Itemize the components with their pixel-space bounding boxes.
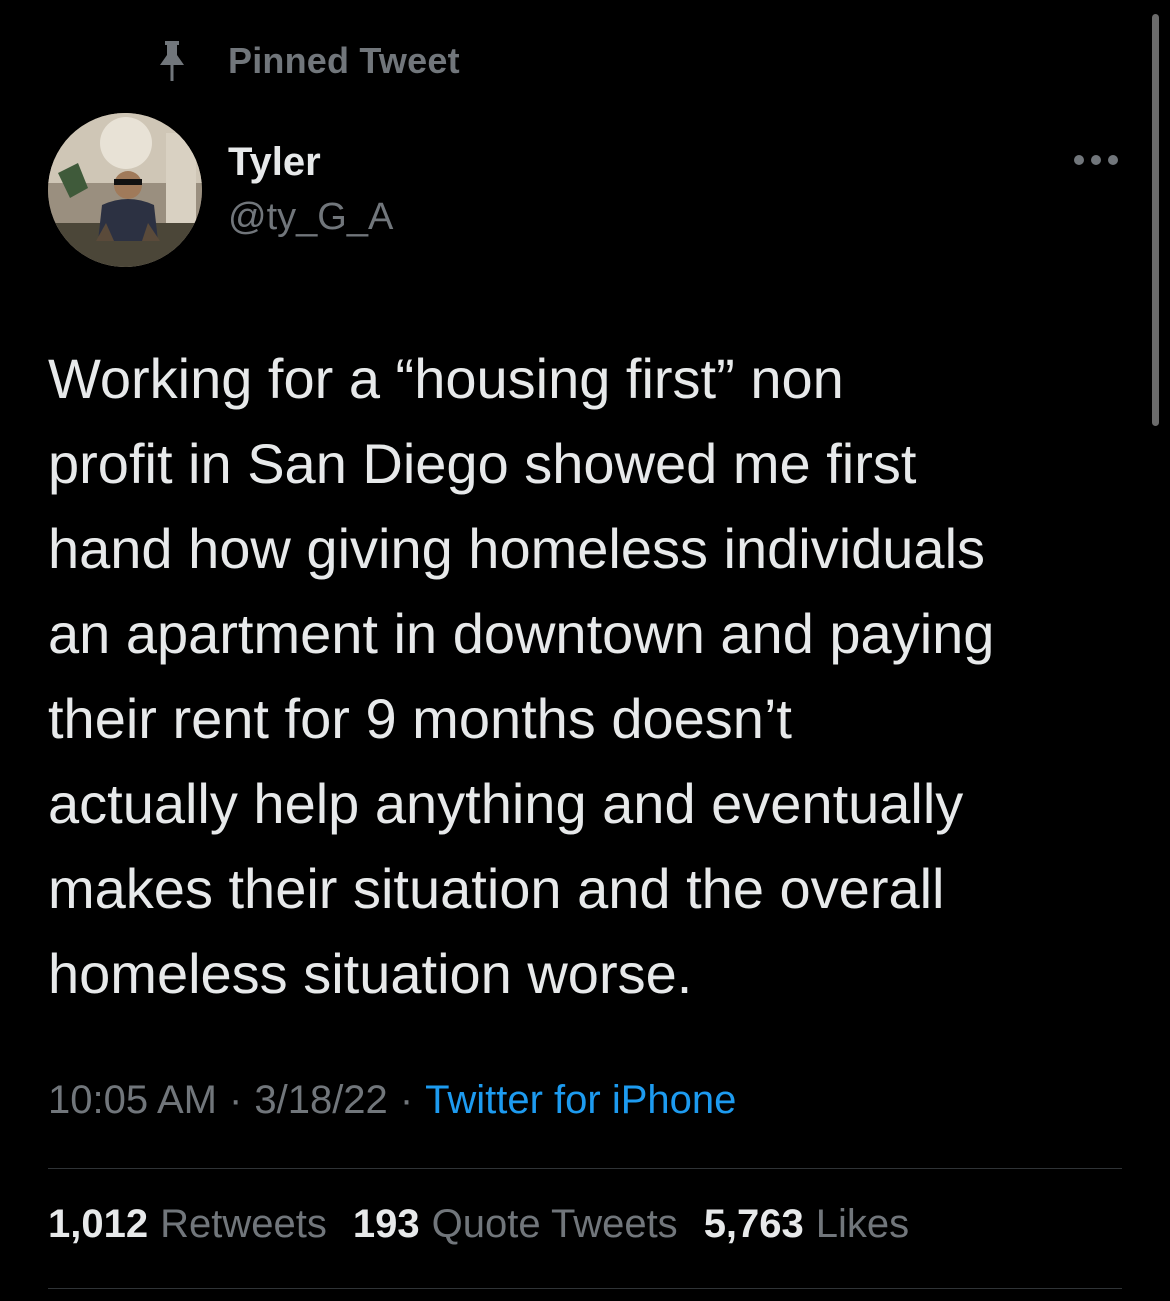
divider bbox=[48, 1168, 1122, 1169]
likes-label: Likes bbox=[815, 1202, 910, 1246]
more-dots-icon bbox=[1073, 153, 1119, 171]
quote-tweets-count: 193 bbox=[352, 1202, 420, 1246]
tweet-text: Working for a “housing first” non profit… bbox=[48, 347, 995, 1005]
meta-separator: · bbox=[229, 1078, 243, 1122]
tweet-source-link[interactable]: Twitter for iPhone bbox=[425, 1078, 736, 1122]
retweets-count: 1,012 bbox=[48, 1202, 149, 1246]
author-handle[interactable]: @ty_G_A bbox=[228, 196, 393, 239]
meta-separator: · bbox=[399, 1078, 414, 1122]
retweets-stat[interactable]: 1,012 Retweets bbox=[48, 1202, 327, 1247]
pin-icon bbox=[152, 36, 192, 86]
likes-count: 5,763 bbox=[703, 1202, 804, 1246]
tweet-metadata: 10:05 AM · 3/18/22 · Twitter for iPhone bbox=[48, 1078, 736, 1123]
quote-tweets-label: Quote Tweets bbox=[431, 1202, 678, 1246]
avatar[interactable] bbox=[48, 113, 202, 267]
more-options-button[interactable] bbox=[1066, 140, 1126, 184]
scrollbar[interactable] bbox=[1152, 14, 1159, 426]
tweet-time[interactable]: 10:05 AM bbox=[48, 1078, 217, 1122]
likes-stat[interactable]: 5,763 Likes bbox=[704, 1202, 910, 1247]
author-display-name[interactable]: Tyler bbox=[228, 140, 321, 185]
pinned-tweet-label: Pinned Tweet bbox=[228, 40, 460, 81]
quote-tweets-stat[interactable]: 193 Quote Tweets bbox=[353, 1202, 678, 1247]
tweet-date[interactable]: 3/18/22 bbox=[254, 1078, 387, 1122]
pinned-tweet-header: Pinned Tweet bbox=[152, 36, 460, 86]
retweets-label: Retweets bbox=[160, 1202, 327, 1246]
divider bbox=[48, 1288, 1122, 1289]
tweet-stats: 1,012 Retweets 193 Quote Tweets 5,763 Likes bbox=[48, 1202, 909, 1247]
